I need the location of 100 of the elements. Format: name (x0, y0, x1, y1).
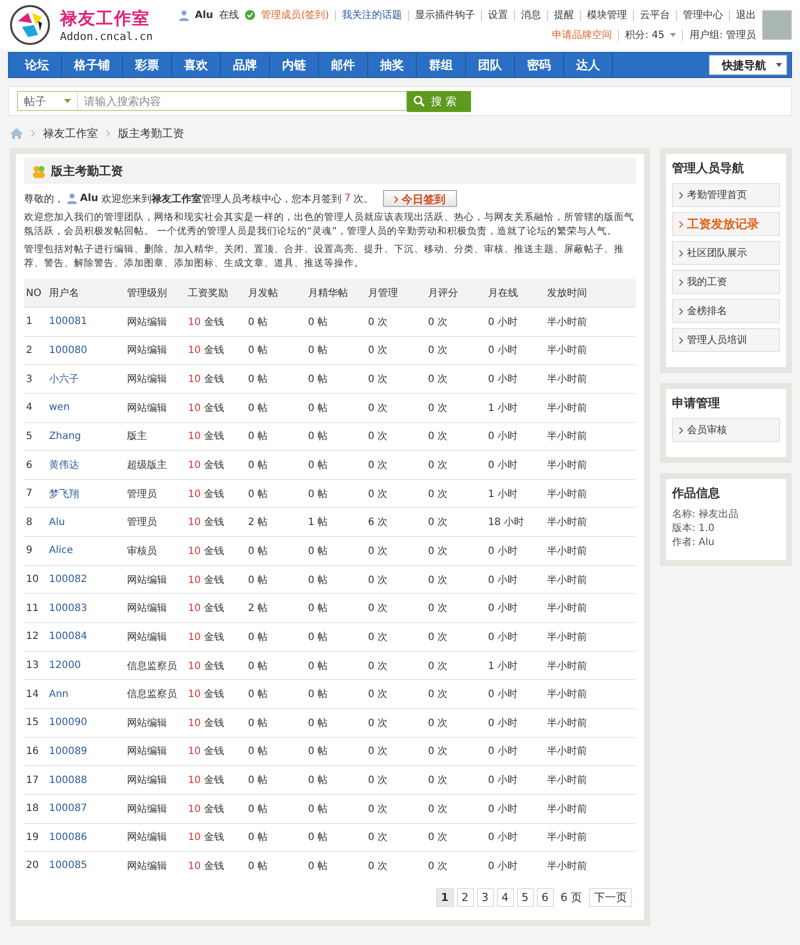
wage-unit: 金钱 (204, 775, 224, 786)
page-link[interactable]: 3 (476, 888, 494, 907)
nav-item[interactable]: 团队 (466, 53, 515, 77)
page-link[interactable]: 5 (516, 888, 534, 907)
username-link[interactable]: Alu (80, 193, 98, 204)
table-cell-text: 0 次 (367, 774, 389, 788)
search-field[interactable]: 帖子 请输入搜索内容 (17, 91, 407, 111)
next-page-link[interactable]: 下一页 (589, 888, 632, 907)
table-cell-text: 0 小时 (487, 744, 519, 758)
nav-item[interactable]: 抽奖 (368, 53, 417, 77)
checkin-button[interactable]: 今日签到 (382, 190, 457, 207)
user-link[interactable]: Alu (47, 516, 125, 528)
table-cell-text: 0 次 (427, 716, 449, 730)
top-menu-link[interactable]: 退出 (736, 8, 756, 22)
user-link[interactable]: 12000 (47, 660, 125, 671)
table-cell-text: 0 次 (427, 802, 449, 816)
nav-item[interactable]: 品牌 (221, 53, 270, 77)
user-link[interactable]: 黄伟达 (47, 458, 125, 472)
table-cell-text: 19 (25, 832, 40, 843)
table-cell-text: 信息监察员 (126, 688, 178, 702)
table-cell-text: 0 小时 (487, 544, 519, 558)
table-cell-text: 网站编辑 (126, 744, 168, 758)
sidebar-item[interactable]: 会员审核 (672, 418, 780, 442)
top-menu-link[interactable]: 云平台 (640, 8, 670, 22)
user-link[interactable]: 100080 (47, 344, 125, 356)
sidebar-title: 管理人员导航 (672, 160, 745, 177)
site-name[interactable]: 禄友工作室 (60, 7, 153, 30)
nav-item[interactable]: 密码 (515, 53, 564, 77)
top-menu-link[interactable]: 提醒 (554, 8, 574, 22)
sidebar-item[interactable]: 管理人员培训 (672, 328, 780, 352)
user-link[interactable]: Ann (47, 688, 125, 700)
user-link[interactable]: 100082 (47, 574, 125, 586)
nav-item[interactable]: 论坛 (13, 53, 62, 77)
user-link[interactable]: 100090 (47, 717, 125, 728)
sidebar-item[interactable]: 金榜排名 (672, 299, 780, 323)
table-cell-text: 14 (25, 688, 40, 700)
table-cell-text: 0 帖 (307, 688, 329, 702)
top-menu-link[interactable]: 消息 (521, 8, 541, 22)
member-link[interactable]: 管理成员(签到) (261, 8, 329, 22)
follow-link[interactable]: 我关注的话题 (342, 8, 402, 22)
table-cell-text: 3 (25, 374, 34, 385)
table-cell-text: 0 次 (367, 459, 389, 472)
user-link[interactable]: 100088 (47, 774, 125, 786)
table-cell-text: 0 帖 (307, 716, 329, 730)
nav-item[interactable]: 喜欢 (172, 53, 221, 77)
table-cell-text: 0 帖 (247, 830, 269, 844)
breadcrumb-link[interactable]: 版主考勤工资 (118, 126, 184, 140)
quick-nav-button[interactable]: 快捷导航 (709, 55, 787, 75)
nav-item[interactable]: 格子铺 (62, 53, 123, 77)
sidebar-item[interactable]: 社区团队展示 (672, 241, 780, 265)
nav-item[interactable]: 邮件 (319, 53, 368, 77)
top-menu-link[interactable]: 模块管理 (587, 8, 627, 22)
top-menu-link[interactable]: 显示插件钩子 (415, 8, 475, 22)
user-link[interactable]: 100085 (47, 860, 125, 872)
user-link[interactable]: 100083 (47, 602, 125, 614)
user-link[interactable]: 100087 (47, 803, 125, 814)
nav-item[interactable]: 群组 (417, 53, 466, 77)
top-menu-link[interactable]: 设置 (488, 8, 508, 22)
wage-unit: 金钱 (204, 431, 224, 442)
user-link[interactable]: 100081 (47, 316, 125, 328)
nav-item[interactable]: 内链 (270, 53, 319, 77)
apply-link[interactable]: 申请品牌空间 (552, 28, 612, 42)
wage-amount: 10 (188, 660, 201, 672)
username-link[interactable]: Alu (194, 10, 214, 20)
table-cell-text: 0 次 (367, 745, 389, 758)
sidebar-item[interactable]: 考勤管理首页 (672, 183, 780, 207)
table-cell-text: 0 小时 (487, 458, 519, 472)
chevron-icon (679, 250, 683, 256)
table-cell-text: 0 帖 (307, 488, 329, 501)
page-link[interactable]: 1 (436, 888, 454, 907)
table-cell-text: 0 小时 (487, 716, 519, 730)
page-link[interactable]: 2 (456, 888, 474, 907)
table-cell-text: 0 次 (427, 860, 449, 873)
table-cell-text: 半小时前 (546, 402, 588, 415)
wage-unit: 金钱 (204, 860, 224, 872)
user-group-link[interactable]: 用户组: 管理员 (689, 28, 756, 42)
avatar-photo[interactable] (762, 10, 792, 40)
home-icon[interactable] (10, 128, 23, 138)
wage-amount: 10 (188, 860, 201, 872)
sidebar-item[interactable]: 我的工资 (672, 270, 780, 294)
table-cell-text: 0 帖 (247, 744, 269, 758)
page-link[interactable]: 6 (536, 888, 554, 907)
table-cell-text: 2 (25, 344, 34, 356)
table-cell-text: 0 小时 (487, 430, 519, 444)
points-link[interactable]: 积分: 45 (625, 28, 664, 42)
user-link[interactable]: 100086 (47, 832, 125, 843)
user-link[interactable]: 100084 (47, 631, 125, 642)
nav-item[interactable]: 达人 (564, 53, 613, 77)
breadcrumb-link[interactable]: 禄友工作室 (43, 126, 98, 140)
table-cell-text: 0 次 (367, 630, 389, 644)
user-link[interactable]: wen (47, 402, 125, 414)
user-link[interactable]: Alice (47, 545, 125, 556)
table-cell-text: 0 帖 (247, 802, 269, 816)
nav-item[interactable]: 彩票 (123, 53, 172, 77)
page-link[interactable]: 4 (496, 888, 514, 907)
user-link[interactable]: 100089 (47, 746, 125, 757)
user-link[interactable]: 梦飞翔 (47, 486, 125, 501)
user-link[interactable]: 小六子 (47, 372, 125, 386)
top-menu-link[interactable]: 管理中心 (683, 8, 723, 22)
user-link[interactable]: Zhang (47, 430, 125, 442)
